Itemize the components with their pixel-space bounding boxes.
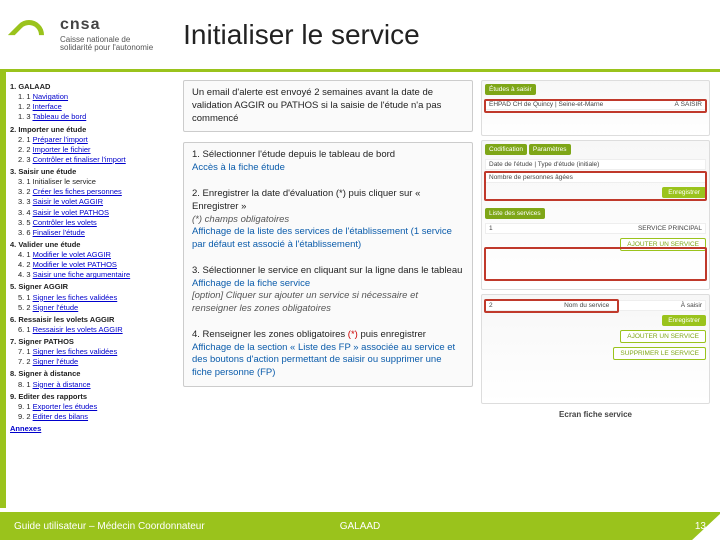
etude-service-name: SERVICE PRINCIPAL [638,225,702,232]
dash-band: Études à saisir [485,84,536,95]
brand-name: cnsa [60,16,153,34]
footer: Guide utilisateur – Médecin Coordonnateu… [0,512,720,540]
brand-tagline-2: solidarité pour l'autonomie [60,43,153,52]
etude-service-num: 1 [489,225,493,232]
screenshot-dashboard: Études à saisir EHPAD CH de Quincy | Sei… [481,80,710,136]
toc-item[interactable]: 3. 3 Saisir le volet AGGIR [18,197,175,207]
callout-box-3 [484,247,707,281]
brand-tagline-1: Caisse nationale de [60,35,130,44]
callout-box-1 [484,99,707,113]
toc-section: 6. Ressaisir les volets AGGIR [10,315,175,325]
toc-item[interactable]: 9. 1 Exporter les études [18,402,175,412]
callout-box-4 [484,299,619,313]
step-2-note: (*) champs obligatoires [192,214,464,227]
step-4-asterisk: (*) [348,329,358,340]
toc-item[interactable]: 4. 3 Saisir une fiche argumentaire [18,270,175,280]
footer-left: Guide utilisateur – Médecin Coordonnateu… [14,521,205,532]
step-4-sub: Affichage de la section « Liste des FP »… [192,342,464,380]
screenshot-column: Études à saisir EHPAD CH de Quincy | Sei… [481,80,710,492]
toc-item[interactable]: 2. 3 Contrôler et finaliser l'import [18,155,175,165]
toc-item[interactable]: 7. 1 Signer les fiches validées [18,347,175,357]
toc-section: 8. Signer à distance [10,369,175,379]
toc-item[interactable]: 1. 2 Interface [18,102,175,112]
logo: cnsa Caisse nationale de solidarité pour… [14,16,153,53]
step-3-sub1: Affichage de la fiche service [192,278,464,291]
toc: 1. GALAAD1. 1 Navigation1. 2 Interface1.… [10,80,175,492]
steps-block: 1. Sélectionner l'étude depuis le tablea… [183,142,473,387]
toc-item[interactable]: 6. 1 Ressaisir les volets AGGIR [18,325,175,335]
toc-section: 3. Saisir une étude [10,167,175,177]
alert-block: Un email d'alerte est envoyé 2 semaines … [183,80,473,132]
btn-ajouter-service-4[interactable]: AJOUTER UN SERVICE [620,330,706,343]
etude-row-1: Date de l'étude | Type d'étude (initiale… [485,159,706,170]
toc-item[interactable]: 2. 2 Importer le fichier [18,145,175,155]
toc-item[interactable]: 1. 1 Navigation [18,92,175,102]
step-1-title: 1. Sélectionner l'étude depuis le tablea… [192,149,464,162]
toc-item[interactable]: 3. 6 Finaliser l'étude [18,228,175,238]
screenshot-etude: Codification Paramètres Date de l'étude … [481,140,710,290]
toc-section: 4. Valider une étude [10,240,175,250]
toc-section: 7. Signer PATHOS [10,337,175,347]
toc-accent-stripe [0,72,6,508]
toc-item[interactable]: 1. 3 Tableau de bord [18,112,175,122]
etude-band-2: Paramètres [529,144,571,155]
step-1-sub: Accès à la fiche étude [192,162,464,175]
toc-section[interactable]: Annexes [10,424,175,434]
toc-item[interactable]: 2. 1 Préparer l'import [18,135,175,145]
screenshot-service: 2 Nom du service À saisir Enregistrer AJ… [481,294,710,404]
toc-section: 2. Importer une étude [10,125,175,135]
step-4-title-part2: puis enregistrer [360,329,425,340]
toc-section: 5. Signer AGGIR [10,282,175,292]
toc-item[interactable]: 9. 2 Editer des bilans [18,412,175,422]
toc-item[interactable]: 4. 2 Modifier le volet PATHOS [18,260,175,270]
toc-item[interactable]: 5. 1 Signer les fiches validées [18,293,175,303]
step-2-title: 2. Enregistrer la date d'évaluation (*) … [192,188,464,214]
step-4-title-part1: 4. Renseigner les zones obligatoires [192,329,348,340]
toc-section: 1. GALAAD [10,82,175,92]
content-column: Un email d'alerte est envoyé 2 semaines … [183,80,473,492]
toc-item[interactable]: 5. 2 Signer l'étude [18,303,175,313]
footer-corner-cut [691,513,720,541]
service-status: À saisir [681,302,702,309]
toc-item[interactable]: 7. 2 Signer l'étude [18,357,175,367]
btn-enregistrer-4[interactable]: Enregistrer [662,315,706,326]
toc-item[interactable]: 3. 5 Contrôler les volets [18,218,175,228]
cnsa-logo-icon [14,20,54,50]
etude-row1-l: Date de l'étude | Type d'étude (initiale… [489,161,599,168]
toc-item[interactable]: 3. 4 Saisir le volet PATHOS [18,208,175,218]
toc-item[interactable]: 4. 1 Modifier le volet AGGIR [18,250,175,260]
step-2-sub: Affichage de la liste des services de l'… [192,226,464,252]
etude-band-1: Codification [485,144,527,155]
toc-section: 9. Editer des rapports [10,392,175,402]
screenshot-caption: Ecran fiche service [481,410,710,419]
etude-section-services: Liste des services [485,208,545,219]
step-3-title: 3. Sélectionner le service en cliquant s… [192,265,464,278]
logo-text: cnsa Caisse nationale de solidarité pour… [60,16,153,53]
callout-box-2 [484,171,707,201]
page-title: Initialiser le service [183,19,420,51]
header: cnsa Caisse nationale de solidarité pour… [0,0,720,72]
btn-supprimer-service[interactable]: SUPPRIMER LE SERVICE [613,347,706,360]
etude-service-row: 1 SERVICE PRINCIPAL [485,223,706,234]
footer-center: GALAAD [340,521,381,532]
toc-item: 3. 1 Initialiser le service [18,177,175,187]
toc-item[interactable]: 8. 1 Signer à distance [18,380,175,390]
step-3-sub2: [option] Cliquer sur ajouter un service … [192,290,464,316]
toc-item[interactable]: 3. 2 Créer les fiches personnes [18,187,175,197]
alert-text: Un email d'alerte est envoyé 2 semaines … [192,87,441,124]
page-body: 1. GALAAD1. 1 Navigation1. 2 Interface1.… [0,72,720,500]
